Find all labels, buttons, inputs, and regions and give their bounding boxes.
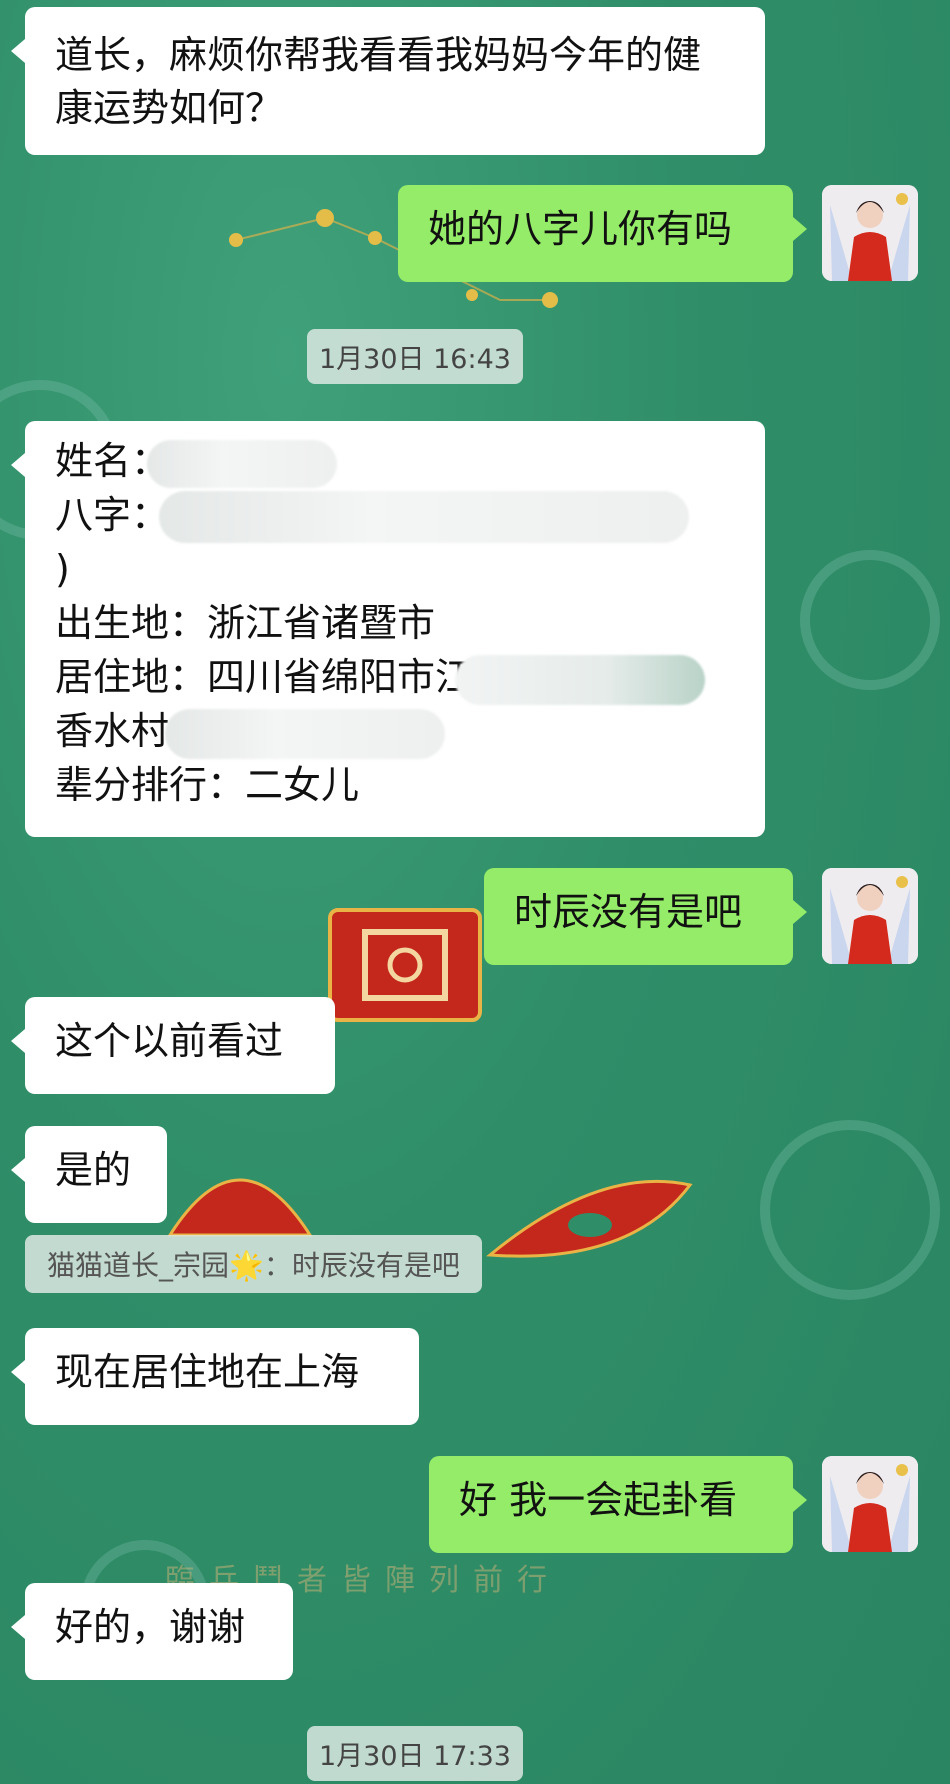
info-bazi-tail: ) xyxy=(55,547,70,592)
timestamp: 1月30日 16:43 xyxy=(307,329,523,384)
red-flame-decoration xyxy=(486,1179,693,1258)
redacted-name xyxy=(147,439,338,488)
redacted-address xyxy=(455,654,706,705)
quote-author: 猫猫道长_宗园 xyxy=(47,1249,230,1282)
message-bubble-received[interactable]: 现在居住地在上海 xyxy=(11,1328,419,1425)
quoted-reply[interactable]: 猫猫道长_宗园🌟：时辰没有是吧 xyxy=(25,1235,482,1293)
info-village-line: 香水村 xyxy=(55,705,735,759)
info-birthplace: 出生地：浙江省诸暨市 xyxy=(55,601,436,646)
message-bubble-sent[interactable]: 她的八字儿你有吗 xyxy=(398,185,807,282)
message-bubble-received[interactable]: 好的，谢谢 xyxy=(11,1583,293,1680)
avatar[interactable] xyxy=(822,1456,918,1552)
quote-text: ：时辰没有是吧 xyxy=(263,1249,460,1282)
avatar-image xyxy=(822,185,918,281)
red-seal-decoration xyxy=(328,908,482,1022)
avatar[interactable] xyxy=(822,868,918,964)
message-bubble-sent[interactable]: 好 我一会起卦看 xyxy=(429,1456,807,1553)
message-bubble-sent[interactable]: 时辰没有是吧 xyxy=(484,868,807,965)
info-name-line: 姓名： xyxy=(55,435,735,489)
timestamp: 1月30日 17:33 xyxy=(307,1726,523,1781)
red-ornament-decoration xyxy=(167,1178,313,1237)
info-residence-line: 居住地：四川省绵阳市江 xyxy=(55,651,735,705)
avatar-image xyxy=(822,868,918,964)
info-bazi-label: 八字： xyxy=(55,492,170,537)
message-bubble-received[interactable]: 道长，麻烦你帮我看看我妈妈今年的健康运势如何？ xyxy=(11,7,765,155)
avatar[interactable] xyxy=(822,185,918,281)
redacted-village-detail xyxy=(165,708,446,759)
info-village: 香水村 xyxy=(55,709,170,754)
star-icon: 🌟 xyxy=(229,1249,264,1282)
redacted-bazi xyxy=(159,491,690,544)
swirl-decoration xyxy=(800,550,940,690)
avatar-image xyxy=(822,1456,918,1552)
info-card-bubble[interactable]: 姓名： 八字： ) 出生地：浙江省诸暨市 居住地：四川省绵阳市江 香水村 辈分排… xyxy=(11,421,765,837)
info-rank: 辈分排行：二女儿 xyxy=(55,763,360,808)
message-bubble-received[interactable]: 这个以前看过 xyxy=(11,997,335,1094)
info-residence: 居住地：四川省绵阳市江 xyxy=(55,655,474,700)
message-bubble-received[interactable]: 是的 xyxy=(11,1126,167,1223)
info-bazi-line: 八字： xyxy=(55,489,735,544)
swirl-decoration xyxy=(760,1120,940,1300)
